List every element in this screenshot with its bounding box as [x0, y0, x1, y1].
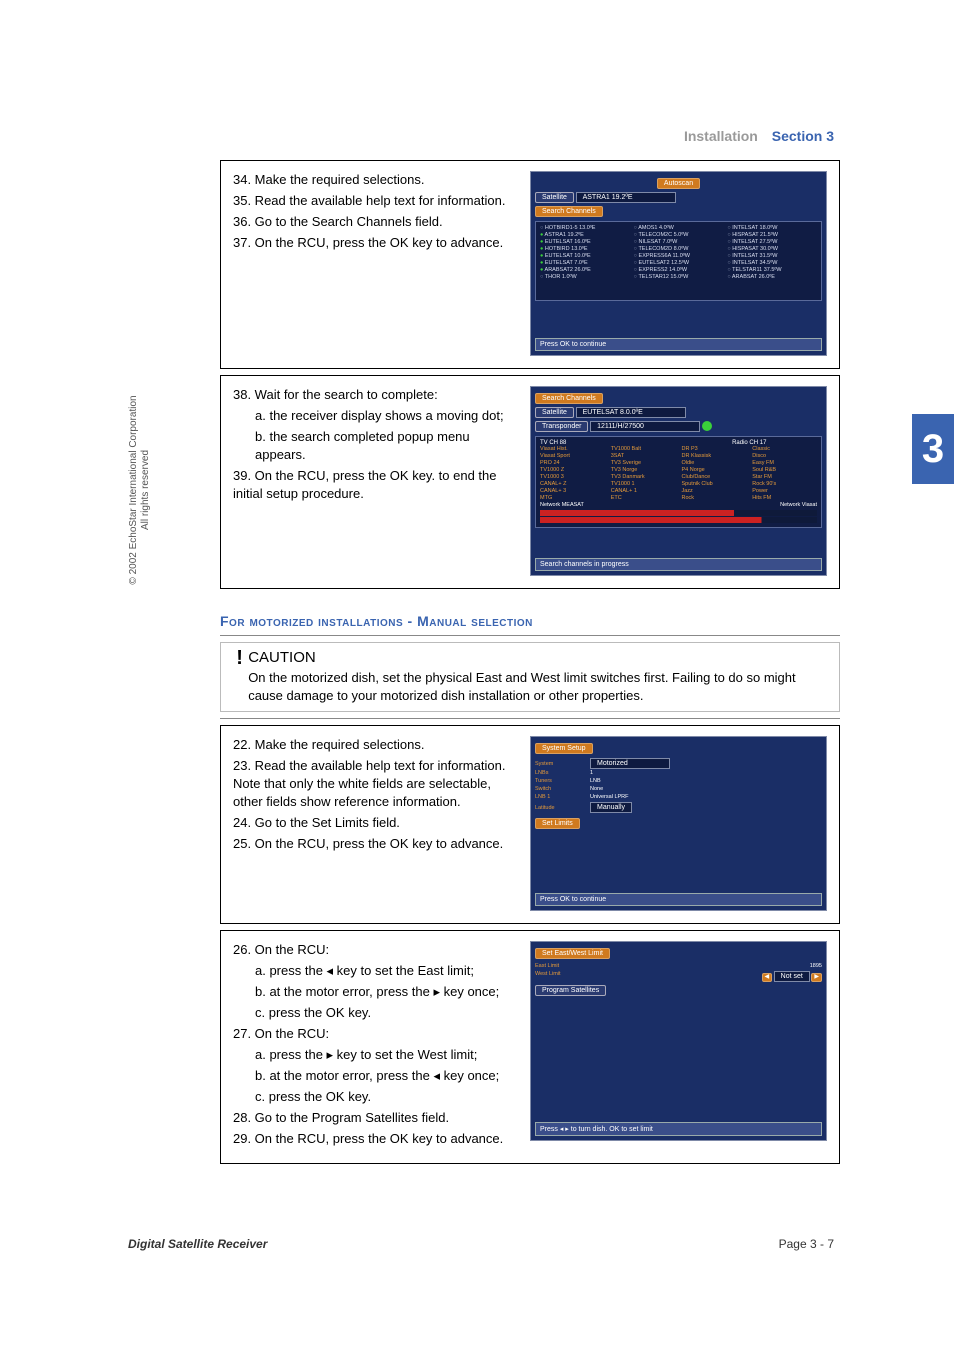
osd-sat-value2: EUTELSAT 8.0.0ºE — [576, 407, 686, 418]
step-28: 28. Go to the Program Satellites field. — [233, 1109, 522, 1127]
step-29: 29. On the RCU, press the OK key to adva… — [233, 1130, 522, 1148]
step-24: 24. Go to the Set Limits field. — [233, 814, 522, 832]
osd-list-col3: INTELSAT 18.0ºW HISPASAT 21.5ºW INTELSAT… — [727, 225, 817, 281]
osd-network-left: Network MEASAT — [540, 502, 676, 509]
step-38a: a. the receiver display shows a moving d… — [233, 407, 522, 425]
osd-set-limits: Set Limits — [535, 818, 580, 829]
caution-text: On the motorized dish, set the physical … — [248, 669, 829, 705]
osd-sat-label2: Satellite — [535, 407, 574, 418]
osd-hint3: Press OK to continue — [535, 893, 822, 906]
osd-tv-list2: TV1000 Balt3SATTV3 SverigeTV3 NorgeTV3 D… — [611, 446, 676, 502]
osd-list-col1: HOTBIRD1-5 13.0ºE ASTRA1 19.2ºE EUTELSAT… — [540, 225, 630, 281]
osd-east-value: 1895 — [810, 963, 822, 970]
step-26c: c. press the OK key. — [233, 1004, 522, 1022]
osd-sat-value: ASTRA1 19.2ºE — [576, 192, 676, 203]
header-section: Section 3 — [772, 128, 834, 144]
osd-autoscan: Autoscan Satellite ASTRA1 19.2ºE Search … — [530, 171, 827, 356]
osd-tp-label: Transponder — [535, 421, 588, 432]
osd-progress-bar2 — [540, 517, 817, 523]
osd-radio-list: DR P3DR KlassiskOldieP4 NorgeClub/DanceS… — [682, 446, 747, 502]
step-26a: a. press the ◂ key to set the East limit… — [233, 962, 522, 980]
step-27b: b. at the motor error, press the ◂ key o… — [233, 1067, 522, 1085]
step-23: 23. Read the available help text for inf… — [233, 757, 522, 811]
vertical-copyright: © 2002 EchoStar International Corporatio… — [128, 380, 152, 600]
exclamation-icon: ! — [231, 649, 248, 705]
osd-radio-list2: ClassicDiscoEasy FMSoul R&BStar FMRock 9… — [752, 446, 817, 502]
instruction-block-2: 38. Wait for the search to complete: a. … — [220, 375, 840, 589]
page-footer: Digital Satellite Receiver Page 3 - 7 — [128, 1237, 834, 1251]
osd-autoscan-chip: Autoscan — [657, 178, 700, 189]
section-title: For motorized installations - Manual sel… — [220, 613, 840, 629]
osd-west-value: Not set — [774, 971, 810, 982]
osd-hint2: Search channels in progress — [535, 558, 822, 571]
footer-page: Page 3 - 7 — [779, 1237, 834, 1251]
side-chapter-number: 3 — [912, 414, 954, 484]
osd-ew-title: Set East/West Limit — [535, 948, 610, 959]
copyright-line2: All rights reserved — [140, 380, 152, 600]
osd-sat-label: Satellite — [535, 192, 574, 203]
step-36: 36. Go to the Search Channels field. — [233, 213, 522, 231]
osd-search-chip2: Search Channels — [535, 393, 603, 404]
section-rule-2 — [220, 718, 840, 719]
step-25: 25. On the RCU, press the OK key to adva… — [233, 835, 522, 853]
step-34: 34. Make the required selections. — [233, 171, 522, 189]
section-rule — [220, 635, 840, 636]
header-installation: Installation — [684, 128, 758, 144]
osd-hint: Press OK to continue — [535, 338, 822, 351]
osd-tv-list: Viasat Hist.Viasat SportPRO 24TV1000 ZTV… — [540, 446, 605, 502]
instruction-block-3: 22. Make the required selections. 23. Re… — [220, 725, 840, 924]
osd-program-sats: Program Satellites — [535, 985, 606, 996]
osd-east-label: East Limit — [535, 963, 590, 970]
step-26: 26. On the RCU: — [233, 941, 522, 959]
osd-system-title: System Setup — [535, 743, 593, 754]
instruction-block-1: 34. Make the required selections. 35. Re… — [220, 160, 840, 369]
osd-set-ew-limit: Set East/West Limit East Limit 1895 West … — [530, 941, 827, 1141]
footer-title: Digital Satellite Receiver — [128, 1237, 267, 1251]
osd-west-label: West Limit — [535, 971, 590, 978]
caution-title: CAUTION — [248, 649, 829, 667]
step-37: 37. On the RCU, press the OK key to adva… — [233, 234, 522, 252]
step-27c: c. press the OK key. — [233, 1088, 522, 1106]
step-38: 38. Wait for the search to complete: — [233, 386, 522, 404]
osd-search-progress: Search Channels Satellite EUTELSAT 8.0.0… — [530, 386, 827, 576]
caution-box: ! CAUTION On the motorized dish, set the… — [220, 642, 840, 712]
step-38b: b. the search completed popup menu appea… — [233, 428, 522, 464]
step-27a: a. press the ▸ key to set the West limit… — [233, 1046, 522, 1064]
step-27: 27. On the RCU: — [233, 1025, 522, 1043]
copyright-line1: © 2002 EchoStar International Corporatio… — [128, 380, 140, 600]
step-22: 22. Make the required selections. — [233, 736, 522, 754]
osd-progress-bar1 — [540, 510, 817, 516]
osd-tp-value: 12111/H/27500 — [590, 421, 700, 432]
instruction-block-4: 26. On the RCU: a. press the ◂ key to se… — [220, 930, 840, 1164]
osd-list-col2: AMOS1 4.0ºW TELECOM2C 5.0ºW NILESAT 7.0º… — [634, 225, 724, 281]
page-header: Installation Section 3 — [684, 128, 834, 144]
osd-search-chip: Search Channels — [535, 206, 603, 217]
step-26b: b. at the motor error, press the ▸ key o… — [233, 983, 522, 1001]
osd-hint4: Press ◂ ▸ to turn dish. OK to set limit — [535, 1122, 822, 1136]
step-39: 39. On the RCU, press the OK key. to end… — [233, 467, 522, 503]
osd-system-setup: System Setup SystemMotorized LNBs1 Tuner… — [530, 736, 827, 911]
lock-indicator-icon — [702, 421, 712, 431]
osd-network-right: Network Viasat — [682, 502, 818, 509]
step-35: 35. Read the available help text for inf… — [233, 192, 522, 210]
